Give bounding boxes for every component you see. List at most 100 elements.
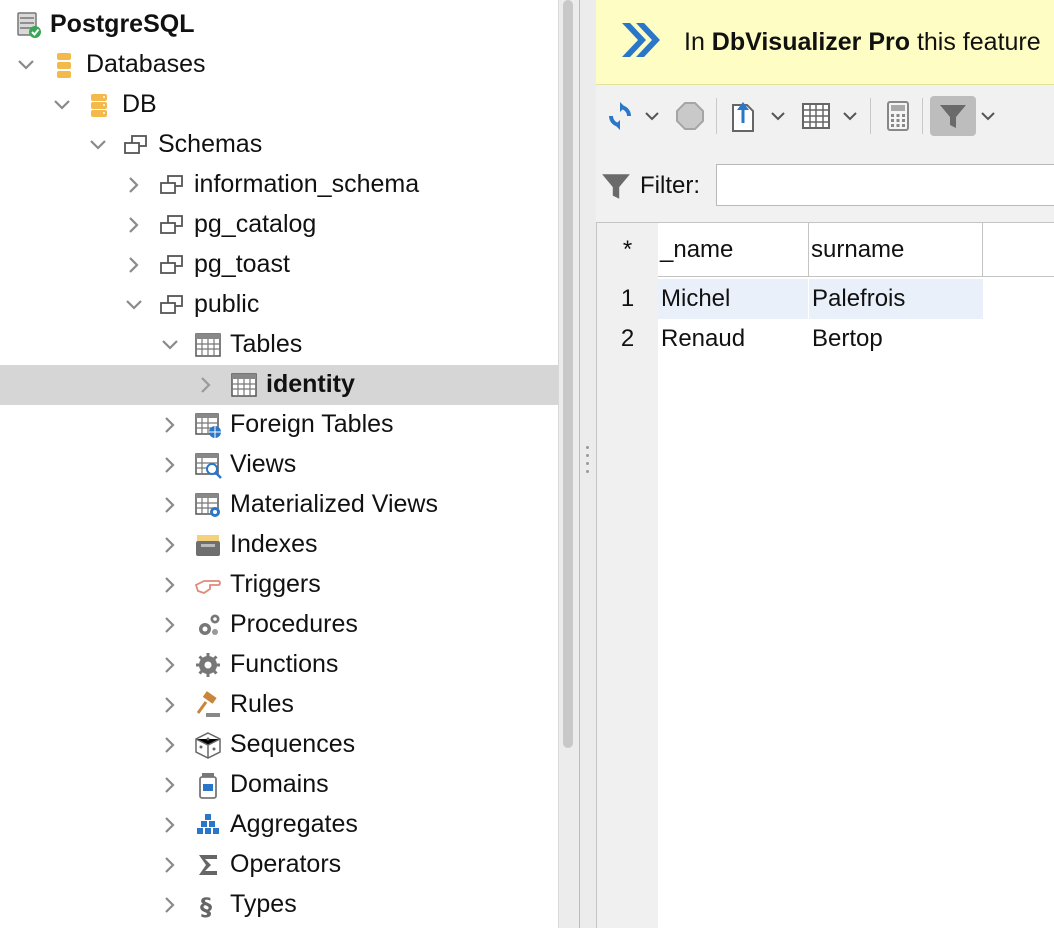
tree-item-label: Functions xyxy=(230,650,339,678)
calculator-button[interactable] xyxy=(880,96,916,136)
table-data-pane: In DbVisualizer Pro this feature Filter:… xyxy=(596,0,1054,928)
stop-button[interactable] xyxy=(672,96,708,136)
rules-icon xyxy=(196,691,220,717)
chevron-right-icon[interactable] xyxy=(160,855,180,875)
grid-options-button[interactable] xyxy=(798,96,834,136)
chevron-right-icon[interactable] xyxy=(124,175,144,195)
procedures-icon xyxy=(199,614,220,635)
schema-icon xyxy=(160,215,183,234)
chevron-right-icon[interactable] xyxy=(196,375,216,395)
refresh-dropdown[interactable] xyxy=(642,96,662,136)
tree-item-label: Views xyxy=(230,450,297,478)
tree-item-aggregates[interactable]: Aggregates xyxy=(0,805,558,845)
chevron-right-icon[interactable] xyxy=(124,215,144,235)
databases-icon xyxy=(57,53,71,78)
chevron-right-icon[interactable] xyxy=(160,455,180,475)
tree-scrollbar[interactable] xyxy=(563,0,573,748)
tree-item-label: information_schema xyxy=(194,170,420,198)
chevron-down-icon[interactable] xyxy=(52,95,72,115)
export-button[interactable] xyxy=(726,96,760,136)
filter-toggle-button[interactable] xyxy=(930,96,976,136)
triggers-icon xyxy=(194,580,221,594)
aggregates-icon xyxy=(197,814,219,834)
table-cell[interactable]: Palefrois xyxy=(809,279,983,319)
stop-icon xyxy=(676,102,704,130)
tree-item-label: Rules xyxy=(230,690,294,718)
tree-item-indexes[interactable]: Indexes xyxy=(0,525,558,565)
tree-item-schemas[interactable]: Schemas xyxy=(0,125,558,165)
pane-splitter[interactable] xyxy=(558,0,597,928)
filter-input[interactable] xyxy=(716,164,1054,206)
server-connected-icon xyxy=(17,12,41,38)
chevron-down-icon xyxy=(981,112,995,121)
table-cell[interactable]: Bertop xyxy=(809,319,983,359)
tree-item-sequences[interactable]: Sequences xyxy=(0,725,558,765)
tree-item-label: DB xyxy=(122,90,157,118)
chevron-right-icon[interactable] xyxy=(124,255,144,275)
banner-suffix: this feature xyxy=(910,28,1041,56)
chevron-down-icon[interactable] xyxy=(124,295,144,315)
tree-item-foreign-tables[interactable]: Foreign Tables xyxy=(0,405,558,445)
chevron-right-icon[interactable] xyxy=(160,775,180,795)
export-dropdown[interactable] xyxy=(768,96,788,136)
chevron-right-icon[interactable] xyxy=(160,695,180,715)
grid-options-dropdown[interactable] xyxy=(840,96,860,136)
table-icon xyxy=(231,373,257,397)
grid-corner-header[interactable]: * xyxy=(597,223,658,277)
tree-item-label: Operators xyxy=(230,850,342,878)
tree-item-materialized-views[interactable]: Materialized Views xyxy=(0,485,558,525)
tree-item-types[interactable]: § Types xyxy=(0,885,558,925)
tree-item-triggers[interactable]: Triggers xyxy=(0,565,558,605)
chevron-right-icon[interactable] xyxy=(160,575,180,595)
row-number[interactable]: 2 xyxy=(597,319,658,359)
tree-item-information-schema[interactable]: information_schema xyxy=(0,165,558,205)
refresh-button[interactable] xyxy=(600,96,640,136)
tree-item-views[interactable]: Views xyxy=(0,445,558,485)
tree-item-label: Aggregates xyxy=(230,810,358,838)
row-number[interactable]: 1 xyxy=(597,279,658,319)
tree-item-label: pg_catalog xyxy=(194,210,317,238)
filter-dropdown[interactable] xyxy=(978,96,998,136)
tree-item-databases[interactable]: Databases xyxy=(0,45,558,85)
tree-item-tables[interactable]: Tables xyxy=(0,325,558,365)
funnel-icon xyxy=(940,105,966,128)
tree-item-public[interactable]: public xyxy=(0,285,558,325)
table-cell[interactable]: Renaud xyxy=(658,319,809,359)
funnel-icon xyxy=(602,174,630,199)
banner-prefix: In xyxy=(684,28,712,56)
database-tree: PostgreSQL Databases DB Schemas information_… xyxy=(0,0,558,928)
chevron-right-icon[interactable] xyxy=(160,535,180,555)
header-bottom-border xyxy=(983,276,1054,277)
functions-icon xyxy=(196,653,220,677)
tree-item-operators[interactable]: Operators xyxy=(0,845,558,885)
chevron-right-icon[interactable] xyxy=(160,735,180,755)
chevron-right-icon[interactable] xyxy=(160,655,180,675)
tree-item-pg-toast[interactable]: pg_toast xyxy=(0,245,558,285)
tree-item-postgresql[interactable]: PostgreSQL xyxy=(0,5,558,45)
chevron-down-icon[interactable] xyxy=(160,335,180,355)
tree-item-label: Foreign Tables xyxy=(230,410,394,438)
chevron-right-icon[interactable] xyxy=(160,815,180,835)
upgrade-banner: In DbVisualizer Pro this feature xyxy=(596,0,1054,85)
table-cell[interactable]: Michel xyxy=(658,279,809,319)
tree-item-label: Tables xyxy=(230,330,303,358)
tree-item-functions[interactable]: Functions xyxy=(0,645,558,685)
tree-item-procedures[interactable]: Procedures xyxy=(0,605,558,645)
chevron-right-icon[interactable] xyxy=(160,495,180,515)
chevron-down-icon[interactable] xyxy=(88,135,108,155)
chevron-right-icon[interactable] xyxy=(160,615,180,635)
tree-item-db[interactable]: DB xyxy=(0,85,558,125)
chevron-right-icon[interactable] xyxy=(160,895,180,915)
database-icon xyxy=(91,94,107,117)
chevron-down-icon[interactable] xyxy=(16,55,36,75)
svg-text:§: § xyxy=(200,893,212,919)
sequences-icon xyxy=(195,732,221,759)
column-header-surname[interactable]: surname xyxy=(809,223,983,277)
tree-item-pg-catalog[interactable]: pg_catalog xyxy=(0,205,558,245)
tree-item-rules[interactable]: Rules xyxy=(0,685,558,725)
tree-item-identity[interactable]: identity xyxy=(0,365,558,405)
column-header-name[interactable]: _name xyxy=(658,223,809,277)
chevron-right-icon[interactable] xyxy=(160,415,180,435)
tree-item-domains[interactable]: Domains xyxy=(0,765,558,805)
splitter-grip-icon[interactable] xyxy=(586,446,589,478)
